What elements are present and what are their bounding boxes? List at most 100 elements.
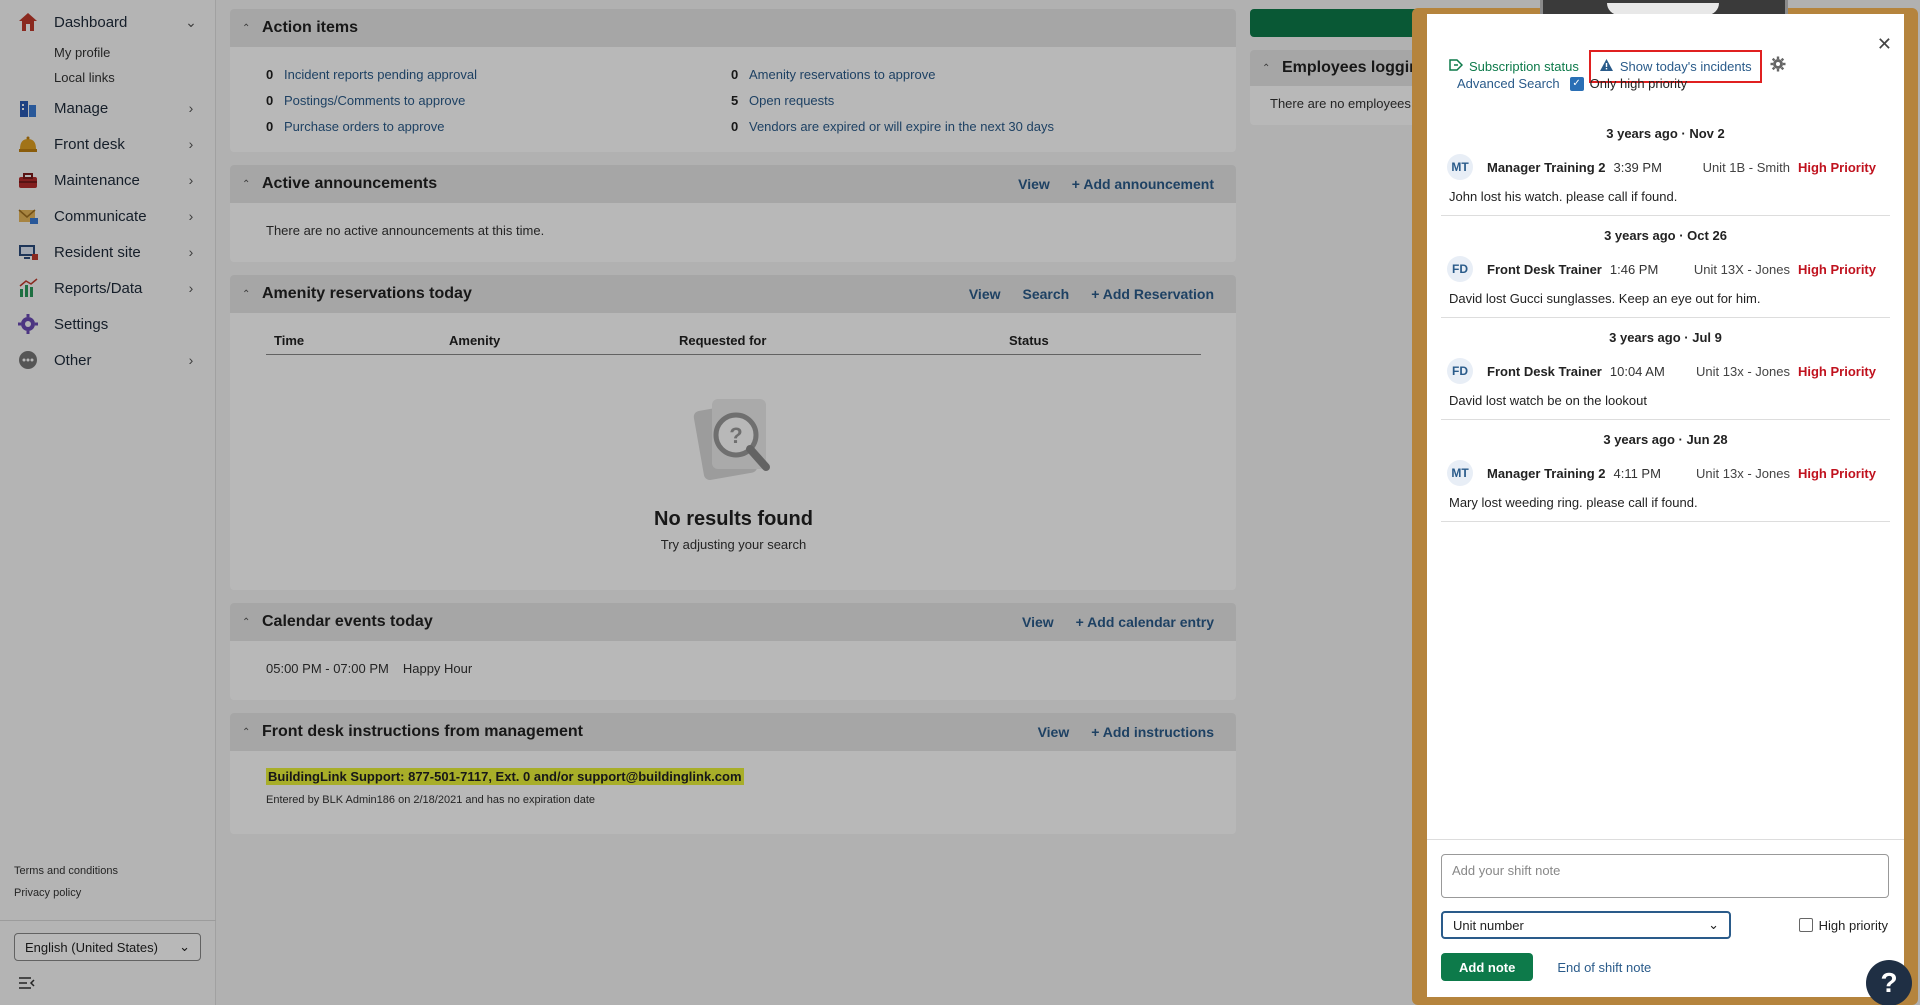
action-items-panel: ⌃ Action items 0 Incident reports pending… bbox=[230, 9, 1236, 152]
note-unit: Unit 13x - Jones bbox=[1696, 363, 1790, 379]
nav-manage[interactable]: Manage › bbox=[0, 90, 215, 126]
legal-links: Terms and conditions Privacy policy bbox=[0, 860, 216, 904]
nav-label: Resident site bbox=[54, 243, 141, 261]
calendar-event[interactable]: 05:00 PM - 07:00 PM Happy Hour bbox=[266, 655, 1200, 690]
gear-icon[interactable] bbox=[1770, 56, 1786, 77]
nav-communicate[interactable]: Communicate › bbox=[0, 198, 215, 234]
column-header[interactable]: Time bbox=[266, 333, 441, 348]
action-link[interactable]: Incident reports pending approval bbox=[284, 67, 477, 82]
panel-body: Time Amenity Requested for Status ? No r… bbox=[230, 313, 1236, 590]
subscription-status-link[interactable]: Subscription status bbox=[1449, 58, 1579, 75]
action-link[interactable]: Amenity reservations to approve bbox=[749, 67, 935, 82]
view-link[interactable]: View bbox=[1018, 176, 1050, 192]
amenity-table: Time Amenity Requested for Status ? No r… bbox=[266, 325, 1201, 570]
note-date: 3 years ago · Jul 9 bbox=[1609, 330, 1722, 345]
chevron-right-icon: › bbox=[188, 208, 194, 224]
chevron-right-icon: › bbox=[188, 100, 194, 116]
action-link[interactable]: Vendors are expired or will expire in th… bbox=[749, 119, 1054, 134]
nav-maintenance[interactable]: Maintenance › bbox=[0, 162, 215, 198]
high-priority-label: High priority bbox=[1818, 917, 1888, 933]
add-reservation-link[interactable]: + Add Reservation bbox=[1091, 286, 1214, 302]
view-link[interactable]: View bbox=[1038, 724, 1070, 740]
panel-body: BuildingLink Support: 877-501-7117, Ext.… bbox=[230, 751, 1236, 834]
language-value: English (United States) bbox=[25, 939, 158, 955]
add-note-button[interactable]: Add note bbox=[1441, 953, 1534, 981]
shift-note[interactable]: 3 years ago · Jul 9 FD Front Desk Traine… bbox=[1441, 330, 1890, 420]
event-time: 05:00 PM - 07:00 PM bbox=[266, 661, 389, 676]
note-time: 10:04 AM bbox=[1609, 363, 1665, 379]
language-select[interactable]: English (United States) ⌄ bbox=[14, 933, 201, 961]
event-name: Happy Hour bbox=[402, 661, 473, 676]
chevron-down-icon: ⌄ bbox=[179, 939, 190, 954]
sidebar-footer: Terms and conditions Privacy policy Engl… bbox=[0, 860, 216, 1005]
column-header[interactable]: Requested for bbox=[671, 333, 1001, 348]
chevron-right-icon: › bbox=[188, 244, 194, 260]
magnifier-question-icon: ? bbox=[684, 389, 784, 502]
dashboard-subnav: My profile Local links bbox=[0, 40, 215, 90]
terms-link[interactable]: Terms and conditions bbox=[0, 860, 216, 882]
panel-header[interactable]: ⌃ Active announcements View + Add announ… bbox=[230, 165, 1236, 203]
add-instructions-link[interactable]: + Add instructions bbox=[1091, 724, 1214, 740]
shift-note-input[interactable]: Add your shift note bbox=[1441, 854, 1889, 898]
note-header: MT Manager Training 2 3:39 PM Unit 1B - … bbox=[1441, 153, 1890, 181]
chevron-right-icon: › bbox=[188, 136, 194, 152]
help-button[interactable]: ? bbox=[1866, 960, 1912, 1005]
unit-number-select[interactable]: Unit number ⌄ bbox=[1441, 911, 1731, 939]
note-date: 3 years ago · Nov 2 bbox=[1606, 126, 1725, 141]
action-link[interactable]: Purchase orders to approve bbox=[284, 119, 444, 134]
note-author: Front Desk Trainer bbox=[1487, 261, 1602, 277]
column-header[interactable]: Amenity bbox=[441, 333, 671, 348]
no-results-title: No results found bbox=[654, 508, 813, 530]
nav-dashboard[interactable]: Dashboard ⌄ bbox=[0, 4, 215, 40]
shift-log-header: Subscription status Show today's inciden… bbox=[1427, 14, 1904, 126]
add-calendar-entry-link[interactable]: + Add calendar entry bbox=[1076, 614, 1214, 630]
high-priority-toggle[interactable]: High priority bbox=[1798, 917, 1888, 933]
action-link[interactable]: Open requests bbox=[749, 93, 834, 108]
view-link[interactable]: View bbox=[1022, 614, 1054, 630]
panel-title: Calendar events today bbox=[262, 613, 433, 630]
panel-header[interactable]: ⌃ Action items bbox=[230, 9, 1236, 47]
nav-resident-site[interactable]: Resident site › bbox=[0, 234, 215, 270]
action-items-grid: 0 Incident reports pending approval 0 Amen… bbox=[266, 55, 1200, 142]
view-link[interactable]: View bbox=[969, 286, 1001, 302]
add-announcement-link[interactable]: + Add announcement bbox=[1072, 176, 1214, 192]
action-link[interactable]: Postings/Comments to approve bbox=[284, 93, 465, 108]
chevron-up-icon: ⌃ bbox=[242, 178, 251, 190]
shift-note[interactable]: 3 years ago · Oct 26 FD Front Desk Train… bbox=[1441, 228, 1890, 318]
action-item: 0 Postings/Comments to approve bbox=[266, 93, 731, 108]
action-item: 0 Amenity reservations to approve bbox=[731, 67, 1200, 82]
collapse-sidebar-icon[interactable] bbox=[18, 973, 38, 993]
shift-note[interactable]: 3 years ago · Nov 2 MT Manager Training … bbox=[1441, 126, 1890, 216]
action-count: 5 bbox=[731, 93, 739, 108]
panel-header[interactable]: ⌃ Amenity reservations today View Search… bbox=[230, 275, 1236, 313]
shift-note-composer: Add your shift note Unit number ⌄ High p… bbox=[1427, 839, 1904, 997]
nav-settings[interactable]: Settings bbox=[0, 306, 215, 342]
home-icon bbox=[16, 10, 40, 34]
end-of-shift-note-link[interactable]: End of shift note bbox=[1557, 960, 1651, 975]
nav-reports-data[interactable]: Reports/Data › bbox=[0, 270, 215, 306]
privacy-link[interactable]: Privacy policy bbox=[0, 882, 216, 904]
search-link[interactable]: Search bbox=[1023, 286, 1070, 302]
column-header[interactable]: Status bbox=[1001, 333, 1151, 348]
avatar: MT bbox=[1447, 460, 1473, 486]
checkbox-unchecked-icon[interactable] bbox=[1798, 918, 1813, 932]
note-unit: Unit 13X - Jones bbox=[1693, 261, 1790, 277]
subnav-my-profile[interactable]: My profile bbox=[54, 40, 215, 65]
advanced-search-link[interactable]: Advanced Search bbox=[1457, 76, 1560, 91]
panel-header[interactable]: ⌃ Front desk instructions from managemen… bbox=[230, 713, 1236, 751]
action-item: 0 Vendors are expired or will expire in t… bbox=[731, 119, 1200, 134]
svg-text:?: ? bbox=[729, 423, 742, 448]
shift-note[interactable]: 3 years ago · Jun 28 MT Manager Training… bbox=[1441, 432, 1890, 522]
only-high-priority-toggle[interactable]: ✓ Only high priority bbox=[1569, 76, 1687, 91]
nav-label: Front desk bbox=[54, 135, 125, 153]
avatar: FD bbox=[1447, 358, 1473, 384]
checkbox-checked-icon[interactable]: ✓ bbox=[1569, 76, 1584, 91]
panel-header[interactable]: ⌃ Calendar events today View + Add calen… bbox=[230, 603, 1236, 641]
nav-other[interactable]: Other › bbox=[0, 342, 215, 378]
subnav-local-links[interactable]: Local links bbox=[54, 65, 215, 90]
announcements-panel: ⌃ Active announcements View + Add announ… bbox=[230, 165, 1236, 262]
chevron-up-icon: ⌃ bbox=[242, 616, 251, 628]
close-icon[interactable]: ✕ bbox=[1877, 34, 1892, 55]
no-results: ? No results found Try adjusting your se… bbox=[266, 355, 1201, 570]
nav-front-desk[interactable]: Front desk › bbox=[0, 126, 215, 162]
